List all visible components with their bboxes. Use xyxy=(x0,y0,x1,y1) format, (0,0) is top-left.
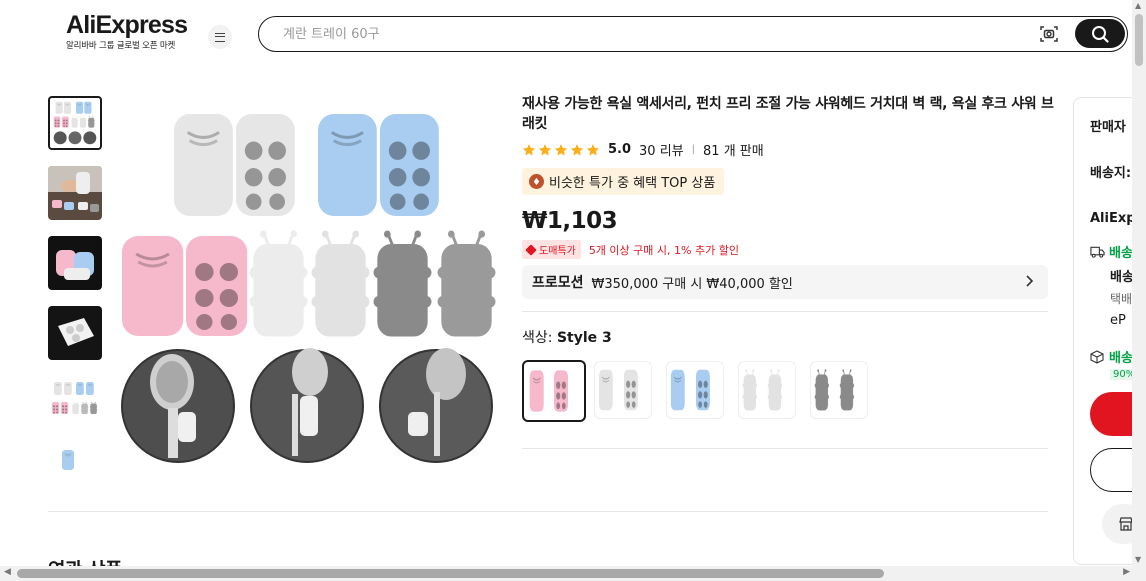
promotion-title: 프로모션 xyxy=(532,275,584,291)
search-bar xyxy=(258,16,1128,52)
vertical-scroll-thumb[interactable] xyxy=(1135,14,1143,66)
thumbnail-6[interactable] xyxy=(48,446,102,480)
scroll-left-arrow[interactable]: ◀ xyxy=(4,567,11,577)
rating-row: 5.0 30 리뷰 | 81 개 판매 xyxy=(522,140,764,159)
thumbnail-4[interactable] xyxy=(48,306,102,360)
menu-icon xyxy=(215,32,225,42)
promotion-banner[interactable]: 프로모션 ₩350,000 구매 시 ₩40,000 할인 xyxy=(522,265,1048,299)
scroll-right-arrow[interactable]: ▶ xyxy=(1123,567,1130,577)
product-title: 재사용 가능한 욕실 액세서리, 펀치 프리 조절 가능 샤워헤드 거치대 벽 … xyxy=(522,96,1054,132)
promotion-text: ₩350,000 구매 시 ₩40,000 할인 xyxy=(591,276,793,292)
swatch-white-antenna[interactable] xyxy=(738,361,796,419)
search-button[interactable] xyxy=(1075,19,1125,48)
chevron-right-icon xyxy=(1026,275,1034,287)
horizontal-scroll-thumb[interactable] xyxy=(17,569,884,578)
color-value: Style 3 xyxy=(556,330,612,346)
thumbnail-2[interactable] xyxy=(48,166,102,220)
bulk-tag-label: 도매특가 xyxy=(539,246,576,257)
star-icon xyxy=(570,143,584,156)
logo-text: AliExpress xyxy=(66,11,188,39)
divider xyxy=(522,311,1048,312)
courier-text: 택배 xyxy=(1110,292,1133,306)
star-icon xyxy=(586,143,600,156)
box-icon xyxy=(1090,349,1104,364)
scroll-down-arrow[interactable]: ▼ xyxy=(1135,555,1141,564)
scroll-up-arrow[interactable]: ▲ xyxy=(1135,1,1141,10)
horizontal-scrollbar[interactable]: ◀ ▶ xyxy=(0,566,1146,581)
top-deal-badge[interactable]: 비슷한 특가 중 혜택 TOP 상품 xyxy=(522,168,725,195)
color-label-prefix: 색상: xyxy=(522,330,553,346)
medal-icon xyxy=(529,174,544,189)
color-swatches xyxy=(522,360,868,422)
epc-text: eP xyxy=(1110,313,1126,328)
ship-to-label[interactable]: 배송지: xyxy=(1090,162,1131,181)
bulk-tag: 도매특가 xyxy=(522,240,581,259)
product-price: ₩1,103 xyxy=(522,208,618,234)
divider xyxy=(522,448,1048,449)
badge-text: 비슷한 특가 중 혜택 TOP 상품 xyxy=(549,176,716,191)
swatch-gray-antenna[interactable] xyxy=(810,361,868,419)
bulk-discount-text: 5개 이상 구매 시, 1% 추가 할인 xyxy=(588,243,739,257)
thumbnail-list xyxy=(48,96,102,480)
search-input[interactable] xyxy=(283,24,1023,44)
shipping-row: 배송 xyxy=(1090,242,1133,261)
truck-icon xyxy=(1090,246,1105,258)
review-count-link[interactable]: 30 리뷰 xyxy=(639,140,684,159)
color-label: 색상: Style 3 xyxy=(522,327,612,347)
menu-button[interactable] xyxy=(208,25,232,49)
star-icon xyxy=(554,143,568,156)
brand-label: AliExp xyxy=(1090,211,1136,226)
thumbnail-5[interactable] xyxy=(48,376,102,430)
thumbnail-1[interactable] xyxy=(48,96,102,150)
swatch-pink[interactable] xyxy=(522,360,586,422)
divider xyxy=(48,511,1048,512)
thumbnail-3[interactable] xyxy=(48,236,102,290)
main-product-image[interactable] xyxy=(116,96,500,480)
tag-icon xyxy=(525,243,537,256)
guarantee-row: 배송 xyxy=(1090,347,1133,366)
seller-label[interactable]: 판매자 xyxy=(1090,116,1126,135)
camera-search-icon[interactable] xyxy=(1039,24,1059,44)
bulk-discount-row: 도매특가 5개 이상 구매 시, 1% 추가 할인 xyxy=(522,240,739,259)
aliexpress-logo[interactable]: AliExpress 알리바바 그룹 글로벌 오픈 마켓 xyxy=(66,11,188,51)
separator: | xyxy=(691,144,696,155)
star-icon xyxy=(538,143,552,156)
sold-count: 81 개 판매 xyxy=(703,144,764,159)
rating-value: 5.0 xyxy=(608,142,632,157)
swatch-white[interactable] xyxy=(594,361,652,419)
guarantee-label: 배송 xyxy=(1109,351,1133,366)
shipping-line-2: 배송 xyxy=(1110,270,1134,285)
header: AliExpress 알리바바 그룹 글로벌 오픈 마켓 xyxy=(0,0,1132,68)
swatch-blue[interactable] xyxy=(666,361,724,419)
vertical-scrollbar[interactable]: ▲ ▼ xyxy=(1132,0,1146,566)
shipping-label: 배송 xyxy=(1109,246,1133,261)
logo-tagline: 알리바바 그룹 글로벌 오픈 마켓 xyxy=(66,41,176,51)
star-rating[interactable] xyxy=(522,143,600,157)
star-icon xyxy=(522,143,536,156)
search-icon xyxy=(1092,25,1109,43)
